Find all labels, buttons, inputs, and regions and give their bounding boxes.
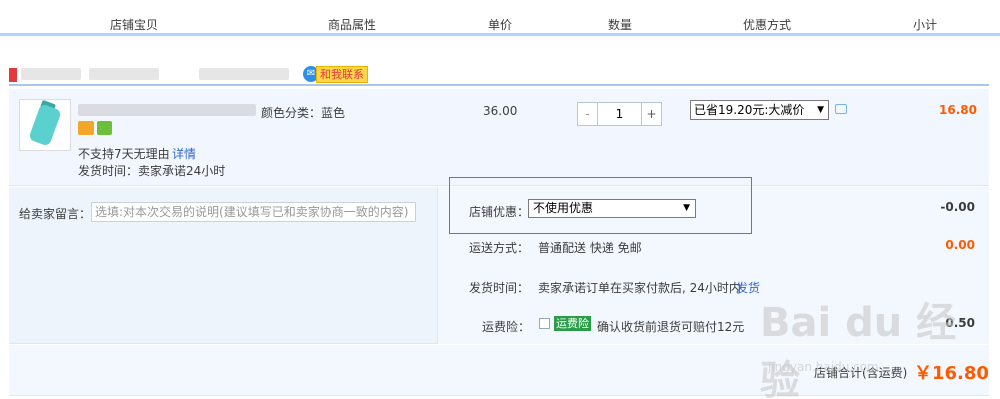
quantity-increase-button[interactable]: + [641,103,661,125]
shipping-fee: 0.00 [945,238,975,252]
cart-item-row: 颜色分类：蓝色 不支持7天无理由 详情 发货时间：卖家承诺24小时 36.00 … [9,89,989,186]
service-badge-icon [97,121,112,135]
cart-header: 店铺宝贝 商品属性 单价 数量 优惠方式 小计 [0,0,1000,36]
delivery-label: 发货时间： [469,281,530,295]
shop-badge [9,68,17,82]
insurance-badge: 运费险 [554,316,591,331]
insurance-label: 运费险： [482,320,531,334]
blurred-shop-name [89,68,159,80]
details-link[interactable]: 详情 [172,145,196,162]
quantity-input[interactable]: 1 [598,103,641,125]
header-shop-item: 店铺宝贝 [110,18,159,32]
delivery-text: 卖家承诺订单在买家付款后, 24小时内 [538,281,741,295]
shop-bar: ✉ 和我联系 [9,56,989,86]
shop-total-value: ￥16.80 [914,363,989,384]
insurance-text: 确认收货前退货可赔付12元 [597,320,745,334]
shipping-method: 普通配送 快递 免邮 [538,241,642,255]
chevron-down-icon: ▼ [817,105,824,115]
header-quantity: 数量 [608,18,633,32]
baidu-watermark-url: jingyan.baidu.com [768,360,879,374]
insurance-checkbox[interactable] [539,318,550,329]
promotion-select[interactable]: 已省19.20元:大减价 ▼ [690,100,829,120]
header-discount: 优惠方式 [743,18,792,32]
no-return-note: 不支持7天无理由 [78,147,170,161]
header-attributes: 商品属性 [328,18,377,32]
highlight-box [449,177,752,234]
ship-time-note: 发货时间：卖家承诺24小时 [78,164,226,178]
shop-discount-amount: -0.00 [940,200,975,214]
baidu-watermark-logo: Bai du 经验 [760,300,957,399]
item-subtotal: 16.80 [939,103,977,117]
promotion-selected-value: 已省19.20元:大减价 [694,103,805,117]
bottle-shape [28,103,62,147]
header-price: 单价 [488,18,513,32]
shipping-label: 运送方式： [469,241,530,255]
quantity-stepper: - 1 + [577,102,662,126]
comment-icon[interactable] [835,104,847,114]
blurred-shop-name [199,68,289,80]
credit-card-icon [78,121,94,135]
quantity-decrease-button[interactable]: - [578,103,598,125]
message-label: 给卖家留言： [19,207,92,221]
blurred-product-title[interactable] [78,104,256,116]
blurred-shop-name [21,68,81,80]
message-to-seller-input[interactable]: 选填:对本次交易的说明(建议填写已和卖家协商一致的内容) [91,202,416,222]
contact-seller-button[interactable]: 和我联系 [316,66,368,83]
unit-price: 36.00 [483,104,518,118]
header-subtotal: 小计 [913,18,938,32]
delivery-link[interactable]: 发货 [736,279,760,296]
product-attribute: 颜色分类：蓝色 [261,106,346,120]
product-thumbnail[interactable] [19,99,71,151]
